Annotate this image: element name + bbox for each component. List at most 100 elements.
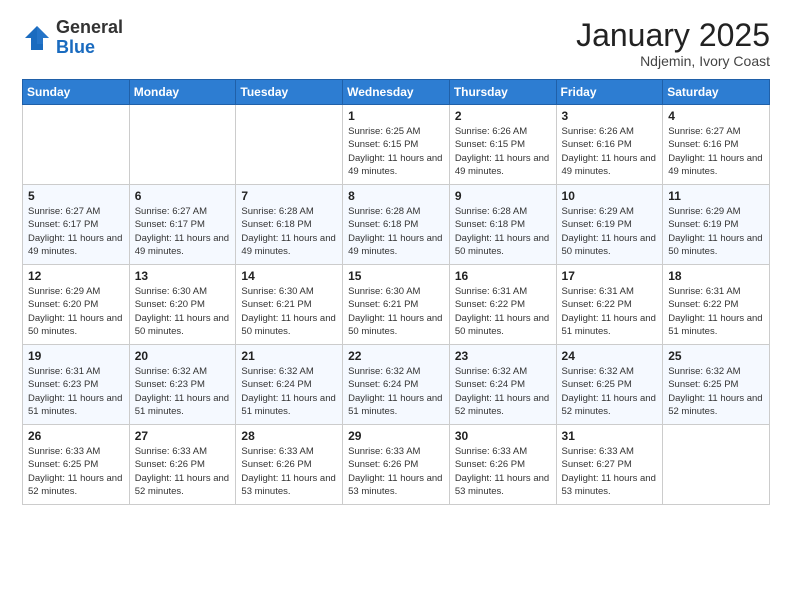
day-number: 22 [348,349,444,363]
day-number: 18 [668,269,764,283]
day-info: Sunrise: 6:26 AM Sunset: 6:16 PM Dayligh… [562,125,658,178]
day-number: 7 [241,189,337,203]
day-info: Sunrise: 6:29 AM Sunset: 6:20 PM Dayligh… [28,285,124,338]
day-info: Sunrise: 6:28 AM Sunset: 6:18 PM Dayligh… [455,205,551,258]
table-row: 7Sunrise: 6:28 AM Sunset: 6:18 PM Daylig… [236,185,343,265]
day-number: 10 [562,189,658,203]
table-row: 11 Sunrise: 6:29 AM Sunset: 6:19 PM Dayli… [663,185,770,265]
table-row: 2 Sunrise: 6:26 AM Sunset: 6:15 PM Daylig… [449,105,556,185]
calendar-week-1: 1Sunrise: 6:25 AM Sunset: 6:15 PM Daylig… [23,105,770,185]
calendar-table: Sunday Monday Tuesday Wednesday Thursday… [22,79,770,505]
table-row: 17 Sunrise: 6:31 AM Sunset: 6:22 PM Dayli… [556,265,663,345]
day-number: 25 [668,349,764,363]
col-sunday: Sunday [23,80,130,105]
col-saturday: Saturday [663,80,770,105]
table-row [236,105,343,185]
table-row: 30 Sunrise: 6:33 AM Sunset: 6:26 PM Dayli… [449,425,556,505]
day-info: Sunrise: 6:31 AM Sunset: 6:22 PM Dayligh… [668,285,764,338]
table-row: 15Sunrise: 6:30 AM Sunset: 6:21 PM Dayli… [343,265,450,345]
table-row: 3 Sunrise: 6:26 AM Sunset: 6:16 PM Daylig… [556,105,663,185]
location-subtitle: Ndjemin, Ivory Coast [576,53,770,69]
table-row: 4 Sunrise: 6:27 AM Sunset: 6:16 PM Daylig… [663,105,770,185]
table-row: 26Sunrise: 6:33 AM Sunset: 6:25 PM Dayli… [23,425,130,505]
day-number: 31 [562,429,658,443]
logo-text: General Blue [56,18,123,58]
table-row: 16 Sunrise: 6:31 AM Sunset: 6:22 PM Dayli… [449,265,556,345]
day-number: 6 [135,189,231,203]
day-info: Sunrise: 6:31 AM Sunset: 6:23 PM Dayligh… [28,365,124,418]
day-number: 14 [241,269,337,283]
day-number: 1 [348,109,444,123]
day-info: Sunrise: 6:33 AM Sunset: 6:25 PM Dayligh… [28,445,124,498]
table-row: 21 Sunrise: 6:32 AM Sunset: 6:24 PM Dayli… [236,345,343,425]
day-number: 30 [455,429,551,443]
logo-icon [22,23,52,53]
day-info: Sunrise: 6:27 AM Sunset: 6:16 PM Dayligh… [668,125,764,178]
table-row: 20Sunrise: 6:32 AM Sunset: 6:23 PM Dayli… [129,345,236,425]
table-row: 14 Sunrise: 6:30 AM Sunset: 6:21 PM Dayli… [236,265,343,345]
day-info: Sunrise: 6:32 AM Sunset: 6:24 PM Dayligh… [455,365,551,418]
calendar-week-3: 12 Sunrise: 6:29 AM Sunset: 6:20 PM Dayli… [23,265,770,345]
day-number: 27 [135,429,231,443]
table-row [663,425,770,505]
table-row: 8 Sunrise: 6:28 AM Sunset: 6:18 PM Daylig… [343,185,450,265]
title-area: January 2025 Ndjemin, Ivory Coast [576,18,770,69]
table-row: 10 Sunrise: 6:29 AM Sunset: 6:19 PM Dayli… [556,185,663,265]
table-row [129,105,236,185]
day-number: 9 [455,189,551,203]
day-number: 29 [348,429,444,443]
table-row: 31 Sunrise: 6:33 AM Sunset: 6:27 PM Dayli… [556,425,663,505]
col-thursday: Thursday [449,80,556,105]
day-number: 4 [668,109,764,123]
day-number: 19 [28,349,124,363]
day-info: Sunrise: 6:33 AM Sunset: 6:26 PM Dayligh… [348,445,444,498]
day-info: Sunrise: 6:32 AM Sunset: 6:24 PM Dayligh… [241,365,337,418]
day-info: Sunrise: 6:33 AM Sunset: 6:26 PM Dayligh… [241,445,337,498]
day-info: Sunrise: 6:27 AM Sunset: 6:17 PM Dayligh… [135,205,231,258]
day-info: Sunrise: 6:29 AM Sunset: 6:19 PM Dayligh… [668,205,764,258]
day-info: Sunrise: 6:27 AM Sunset: 6:17 PM Dayligh… [28,205,124,258]
day-number: 16 [455,269,551,283]
day-number: 12 [28,269,124,283]
col-friday: Friday [556,80,663,105]
table-row: 23 Sunrise: 6:32 AM Sunset: 6:24 PM Dayli… [449,345,556,425]
day-number: 24 [562,349,658,363]
table-row: 22Sunrise: 6:32 AM Sunset: 6:24 PM Dayli… [343,345,450,425]
table-row: 19 Sunrise: 6:31 AM Sunset: 6:23 PM Dayli… [23,345,130,425]
logo-blue-text: Blue [56,38,123,58]
month-title: January 2025 [576,18,770,53]
day-info: Sunrise: 6:32 AM Sunset: 6:25 PM Dayligh… [562,365,658,418]
table-row: 12 Sunrise: 6:29 AM Sunset: 6:20 PM Dayli… [23,265,130,345]
day-number: 17 [562,269,658,283]
table-row [23,105,130,185]
table-row: 24 Sunrise: 6:32 AM Sunset: 6:25 PM Dayli… [556,345,663,425]
day-number: 13 [135,269,231,283]
day-number: 3 [562,109,658,123]
header: General Blue January 2025 Ndjemin, Ivory… [22,18,770,69]
day-number: 28 [241,429,337,443]
table-row: 28 Sunrise: 6:33 AM Sunset: 6:26 PM Dayli… [236,425,343,505]
day-info: Sunrise: 6:28 AM Sunset: 6:18 PM Dayligh… [348,205,444,258]
day-number: 23 [455,349,551,363]
col-tuesday: Tuesday [236,80,343,105]
day-info: Sunrise: 6:32 AM Sunset: 6:25 PM Dayligh… [668,365,764,418]
logo: General Blue [22,18,123,58]
day-info: Sunrise: 6:32 AM Sunset: 6:23 PM Dayligh… [135,365,231,418]
calendar-week-2: 5Sunrise: 6:27 AM Sunset: 6:17 PM Daylig… [23,185,770,265]
day-number: 21 [241,349,337,363]
calendar-week-4: 19 Sunrise: 6:31 AM Sunset: 6:23 PM Dayli… [23,345,770,425]
day-info: Sunrise: 6:26 AM Sunset: 6:15 PM Dayligh… [455,125,551,178]
day-info: Sunrise: 6:33 AM Sunset: 6:27 PM Dayligh… [562,445,658,498]
col-wednesday: Wednesday [343,80,450,105]
day-info: Sunrise: 6:30 AM Sunset: 6:21 PM Dayligh… [241,285,337,338]
page: General Blue January 2025 Ndjemin, Ivory… [0,0,792,612]
day-number: 2 [455,109,551,123]
table-row: 25 Sunrise: 6:32 AM Sunset: 6:25 PM Dayli… [663,345,770,425]
day-number: 8 [348,189,444,203]
day-info: Sunrise: 6:31 AM Sunset: 6:22 PM Dayligh… [455,285,551,338]
day-info: Sunrise: 6:29 AM Sunset: 6:19 PM Dayligh… [562,205,658,258]
day-number: 11 [668,189,764,203]
day-info: Sunrise: 6:31 AM Sunset: 6:22 PM Dayligh… [562,285,658,338]
day-info: Sunrise: 6:33 AM Sunset: 6:26 PM Dayligh… [455,445,551,498]
table-row: 27Sunrise: 6:33 AM Sunset: 6:26 PM Dayli… [129,425,236,505]
